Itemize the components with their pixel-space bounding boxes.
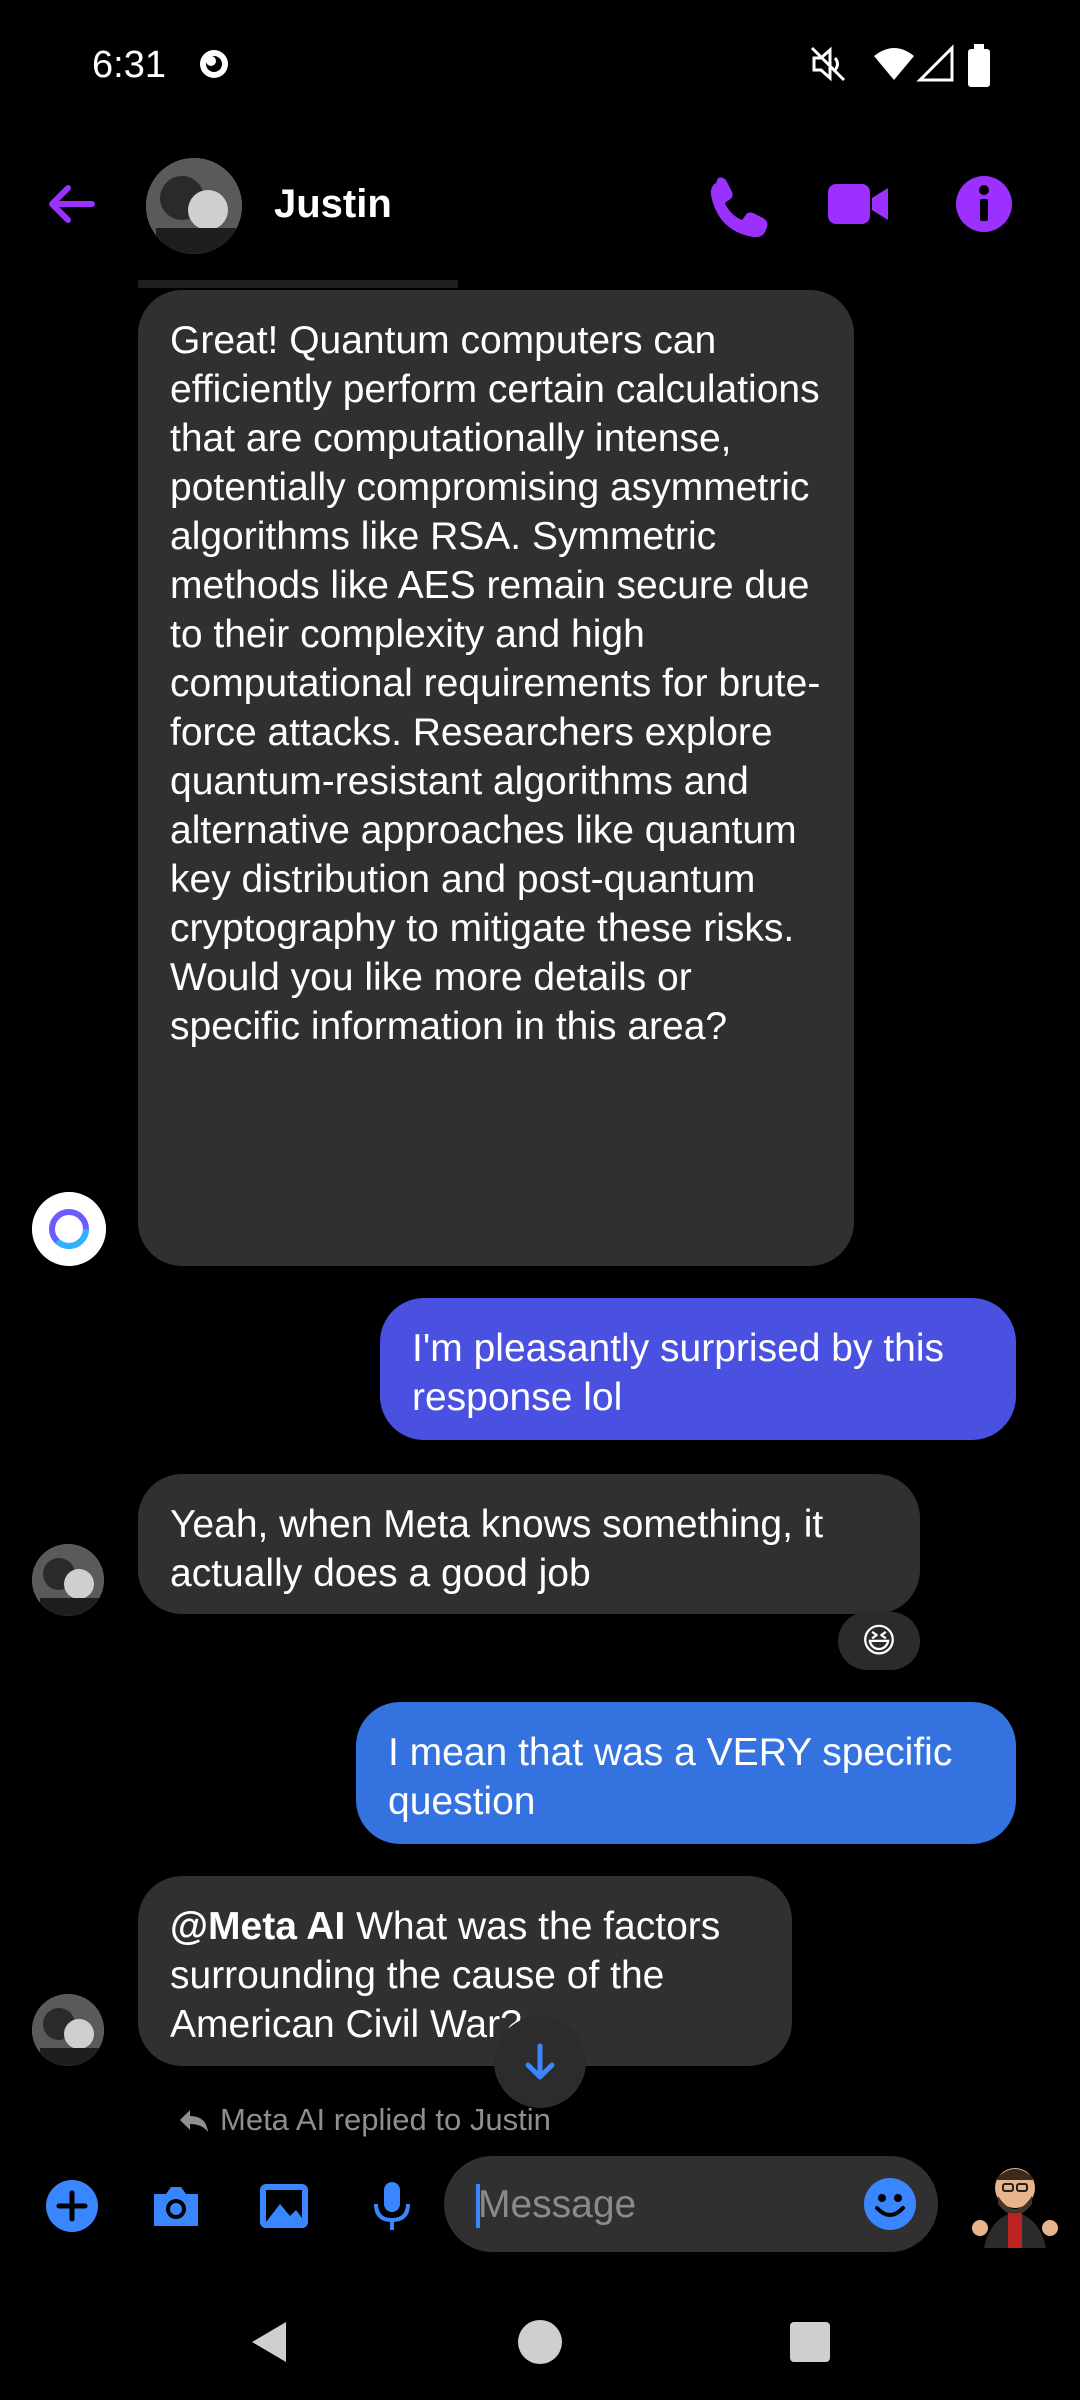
- message-bubble-incoming[interactable]: @Meta AI What was the factors surroundin…: [138, 1876, 792, 2066]
- message-composer: [0, 2150, 1080, 2260]
- message-text: Great! Quantum computers can efficiently…: [170, 319, 821, 1048]
- info-icon[interactable]: [950, 170, 1018, 238]
- message-bubble-incoming[interactable]: Great! Quantum computers can efficiently…: [138, 290, 854, 1266]
- phone-icon[interactable]: [700, 170, 768, 238]
- justin-avatar[interactable]: [32, 1994, 104, 2066]
- messenger-screen: 6:31 Justin Great! Quantum computers can…: [0, 0, 1080, 2400]
- chat-header: Justin: [0, 140, 1080, 270]
- reply-arrow-icon: [180, 2110, 208, 2132]
- system-nav-bar: [0, 2290, 1080, 2400]
- recents-square-icon[interactable]: [780, 2312, 840, 2372]
- avatar-sticker-image: [972, 2168, 1058, 2248]
- status-time: 6:31: [92, 44, 166, 86]
- message-bubble-outgoing[interactable]: I mean that was a VERY specific question: [356, 1702, 1016, 1844]
- gallery-icon[interactable]: [256, 2178, 312, 2234]
- back-triangle-icon[interactable]: [240, 2312, 300, 2372]
- contact-photo: [146, 158, 242, 254]
- emoji-icon[interactable]: [862, 2176, 918, 2232]
- message-text: I mean that was a VERY specific question: [388, 1731, 953, 1823]
- mute-icon: [810, 46, 846, 82]
- scroll-to-bottom-button[interactable]: [494, 2016, 586, 2108]
- user-avatar-sticker[interactable]: [970, 2158, 1060, 2248]
- message-text: Yeah, when Meta knows something, it actu…: [170, 1503, 824, 1595]
- back-arrow-icon[interactable]: [42, 174, 102, 234]
- header-divider: [138, 280, 458, 288]
- justin-avatar[interactable]: [32, 1544, 104, 1616]
- reply-note-text: Meta AI replied to Justin: [220, 2102, 551, 2137]
- microphone-icon[interactable]: [364, 2178, 420, 2234]
- contact-avatar[interactable]: [146, 158, 242, 254]
- battery-icon: [968, 44, 990, 87]
- camera-icon[interactable]: [148, 2178, 204, 2234]
- message-bubble-incoming[interactable]: Yeah, when Meta knows something, it actu…: [138, 1474, 920, 1614]
- justin-photo: [32, 1994, 104, 2066]
- message-input-container: [444, 2156, 938, 2254]
- mention-meta-ai[interactable]: @Meta AI: [170, 1905, 345, 1948]
- reply-indicator: Meta AI replied to Justin: [176, 2102, 551, 2138]
- status-bar: 6:31: [0, 0, 1080, 130]
- cell-signal-icon: [916, 44, 954, 82]
- justin-photo: [32, 1544, 104, 1616]
- message-text: I'm pleasantly surprised by this respons…: [412, 1327, 945, 1419]
- contact-name[interactable]: Justin: [274, 182, 392, 227]
- reaction-badge[interactable]: 😆: [838, 1612, 920, 1670]
- home-circle-icon[interactable]: [510, 2312, 570, 2372]
- plus-icon[interactable]: [44, 2178, 100, 2234]
- meta-ai-avatar: [32, 1192, 106, 1266]
- text-cursor: [476, 2184, 480, 2228]
- reaction-emoji: 😆: [861, 1622, 897, 1660]
- arrow-down-icon: [525, 2043, 555, 2080]
- message-input[interactable]: [476, 2156, 840, 2254]
- notification-dot-icon: [200, 50, 228, 78]
- message-bubble-outgoing[interactable]: I'm pleasantly surprised by this respons…: [380, 1298, 1016, 1440]
- video-camera-icon[interactable]: [824, 170, 892, 238]
- wifi-icon: [874, 48, 914, 80]
